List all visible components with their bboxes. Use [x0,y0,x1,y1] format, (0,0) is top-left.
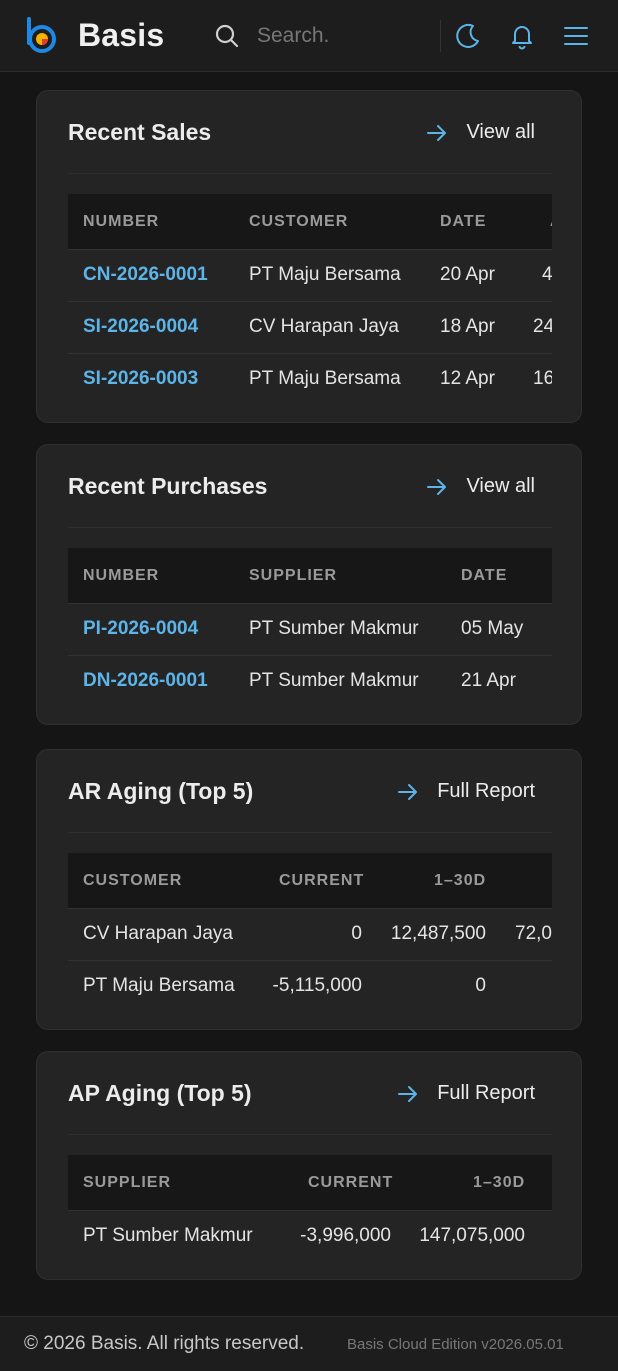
search-icon [215,24,239,48]
card-title: Recent Purchases [68,473,268,499]
sale-number-link[interactable]: SI-2026-0004 [83,316,198,338]
ar-aging-card: AR Aging (Top 5) Full Report CUSTOMER CU… [36,749,582,1030]
link-label: Full Report [437,780,535,802]
notifications-button[interactable] [506,20,538,52]
date-cell: 12 Apr [440,368,495,389]
view-all-purchases-link[interactable]: View all [426,475,535,498]
supplier-cell: PT Sumber Makmur [249,670,419,691]
arrow-right-icon [427,478,447,495]
top-header: Basis [0,0,618,72]
recent-purchases-card: Recent Purchases View all NUMBER SUPPLIE… [36,444,582,725]
sale-number-link[interactable]: SI-2026-0003 [83,368,198,390]
aging-1-30-cell: 147,075,000 [419,1225,525,1246]
table-row[interactable]: PI-2026-0004 PT Sumber Makmur 05 May [68,603,552,655]
aging-31-plus-cell: 72,0 [515,923,552,944]
column-header: NUMBER [83,567,160,584]
aging-1-30-cell: 12,487,500 [390,923,486,944]
table-row[interactable]: DN-2026-0001 PT Sumber Makmur 21 Apr [68,655,552,707]
amount-cell: 16 [533,368,552,389]
page-footer: © 2026 Basis. All rights reserved. Basis… [0,1316,618,1371]
bell-icon [512,26,532,50]
table-row[interactable]: PT Maju Bersama -5,115,000 0 [68,960,552,1012]
column-header: CUSTOMER [249,213,349,230]
supplier-cell: PT Sumber Makmur [249,618,419,639]
logo-icon[interactable] [24,17,60,53]
ap-full-report-link[interactable]: Full Report [397,1082,535,1105]
table-row[interactable]: CN-2026-0001 PT Maju Bersama 20 Apr 4 [68,249,552,301]
menu-icon [564,27,588,45]
amount-cell: 24 [533,316,552,337]
divider [68,1134,552,1135]
search-input[interactable] [252,18,422,54]
supplier-cell: PT Sumber Makmur [83,1225,253,1246]
view-all-sales-link[interactable]: View all [426,121,535,144]
brand-name[interactable]: Basis [78,17,164,54]
table-header: NUMBER SUPPLIER DATE [68,548,552,603]
customer-cell: CV Harapan Jaya [83,923,233,944]
date-cell: 20 Apr [440,264,495,285]
customer-cell: CV Harapan Jaya [249,316,399,337]
current-cell: 0 [351,923,362,944]
current-cell: -5,115,000 [272,975,362,996]
link-label: View all [466,475,535,497]
column-header: NUMBER [83,213,160,230]
table-header: NUMBER CUSTOMER DATE A [68,194,552,249]
column-header: SUPPLIER [83,1174,172,1191]
recent-sales-card: Recent Sales View all NUMBER CUSTOMER DA… [36,90,582,423]
column-header: CUSTOMER [83,872,183,889]
divider [68,527,552,528]
table-row[interactable]: CV Harapan Jaya 0 12,487,500 72,0 [68,908,552,960]
purchase-number-link[interactable]: DN-2026-0001 [83,670,208,692]
purchases-table: NUMBER SUPPLIER DATE PI-2026-0004 PT Sum… [68,548,552,707]
date-cell: 21 Apr [461,670,516,691]
sale-number-link[interactable]: CN-2026-0001 [83,264,208,286]
arrow-right-icon [398,1085,418,1102]
ar-aging-table: CUSTOMER CURRENT 1–30D CV Harapan Jaya 0… [68,853,552,1012]
ap-aging-card: AP Aging (Top 5) Full Report SUPPLIER CU… [36,1051,582,1280]
arrow-right-icon [427,124,447,141]
customer-cell: PT Maju Bersama [249,368,401,389]
card-title: AR Aging (Top 5) [68,778,254,804]
amount-cell: 4 [542,264,552,285]
column-header: A [550,213,552,231]
card-title: AP Aging (Top 5) [68,1080,252,1106]
header-divider [440,20,441,52]
date-cell: 05 May [461,618,524,639]
dashboard-main: Recent Sales View all NUMBER CUSTOMER DA… [0,72,618,1316]
table-row[interactable]: SI-2026-0003 PT Maju Bersama 12 Apr 16 [68,353,552,405]
customer-cell: PT Maju Bersama [249,264,401,285]
customer-cell: PT Maju Bersama [83,975,235,996]
current-cell: -3,996,000 [300,1225,391,1246]
column-header: DATE [461,567,508,584]
divider [68,832,552,833]
aging-1-30-cell: 0 [475,975,486,996]
table-row[interactable]: SI-2026-0004 CV Harapan Jaya 18 Apr 24 [68,301,552,353]
version-text: Basis Cloud Edition v2026.05.01 [347,1336,564,1353]
ap-aging-table: SUPPLIER CURRENT 1–30D PT Sumber Makmur … [68,1155,552,1262]
column-header: SUPPLIER [249,567,338,584]
ar-full-report-link[interactable]: Full Report [397,780,535,803]
date-cell: 18 Apr [440,316,495,337]
sales-table: NUMBER CUSTOMER DATE A CN-2026-0001 PT M… [68,194,552,405]
table-header: CUSTOMER CURRENT 1–30D [68,853,552,908]
copyright-text: © 2026 Basis. All rights reserved. [24,1333,305,1354]
column-header: 1–30D [434,872,487,889]
table-row[interactable]: PT Sumber Makmur -3,996,000 147,075,000 [68,1210,552,1262]
theme-toggle-button[interactable] [452,20,484,52]
link-label: View all [466,121,535,143]
arrow-right-icon [398,783,418,800]
table-header: SUPPLIER CURRENT 1–30D [68,1155,552,1210]
column-header: CURRENT [308,1174,394,1191]
menu-button[interactable] [560,20,592,52]
purchase-number-link[interactable]: PI-2026-0004 [83,618,198,640]
moon-icon [456,23,479,48]
column-header: DATE [440,213,487,230]
link-label: Full Report [437,1082,535,1104]
card-title: Recent Sales [68,119,212,145]
divider [68,173,552,174]
column-header: CURRENT [279,872,365,889]
column-header: 1–30D [473,1174,526,1191]
